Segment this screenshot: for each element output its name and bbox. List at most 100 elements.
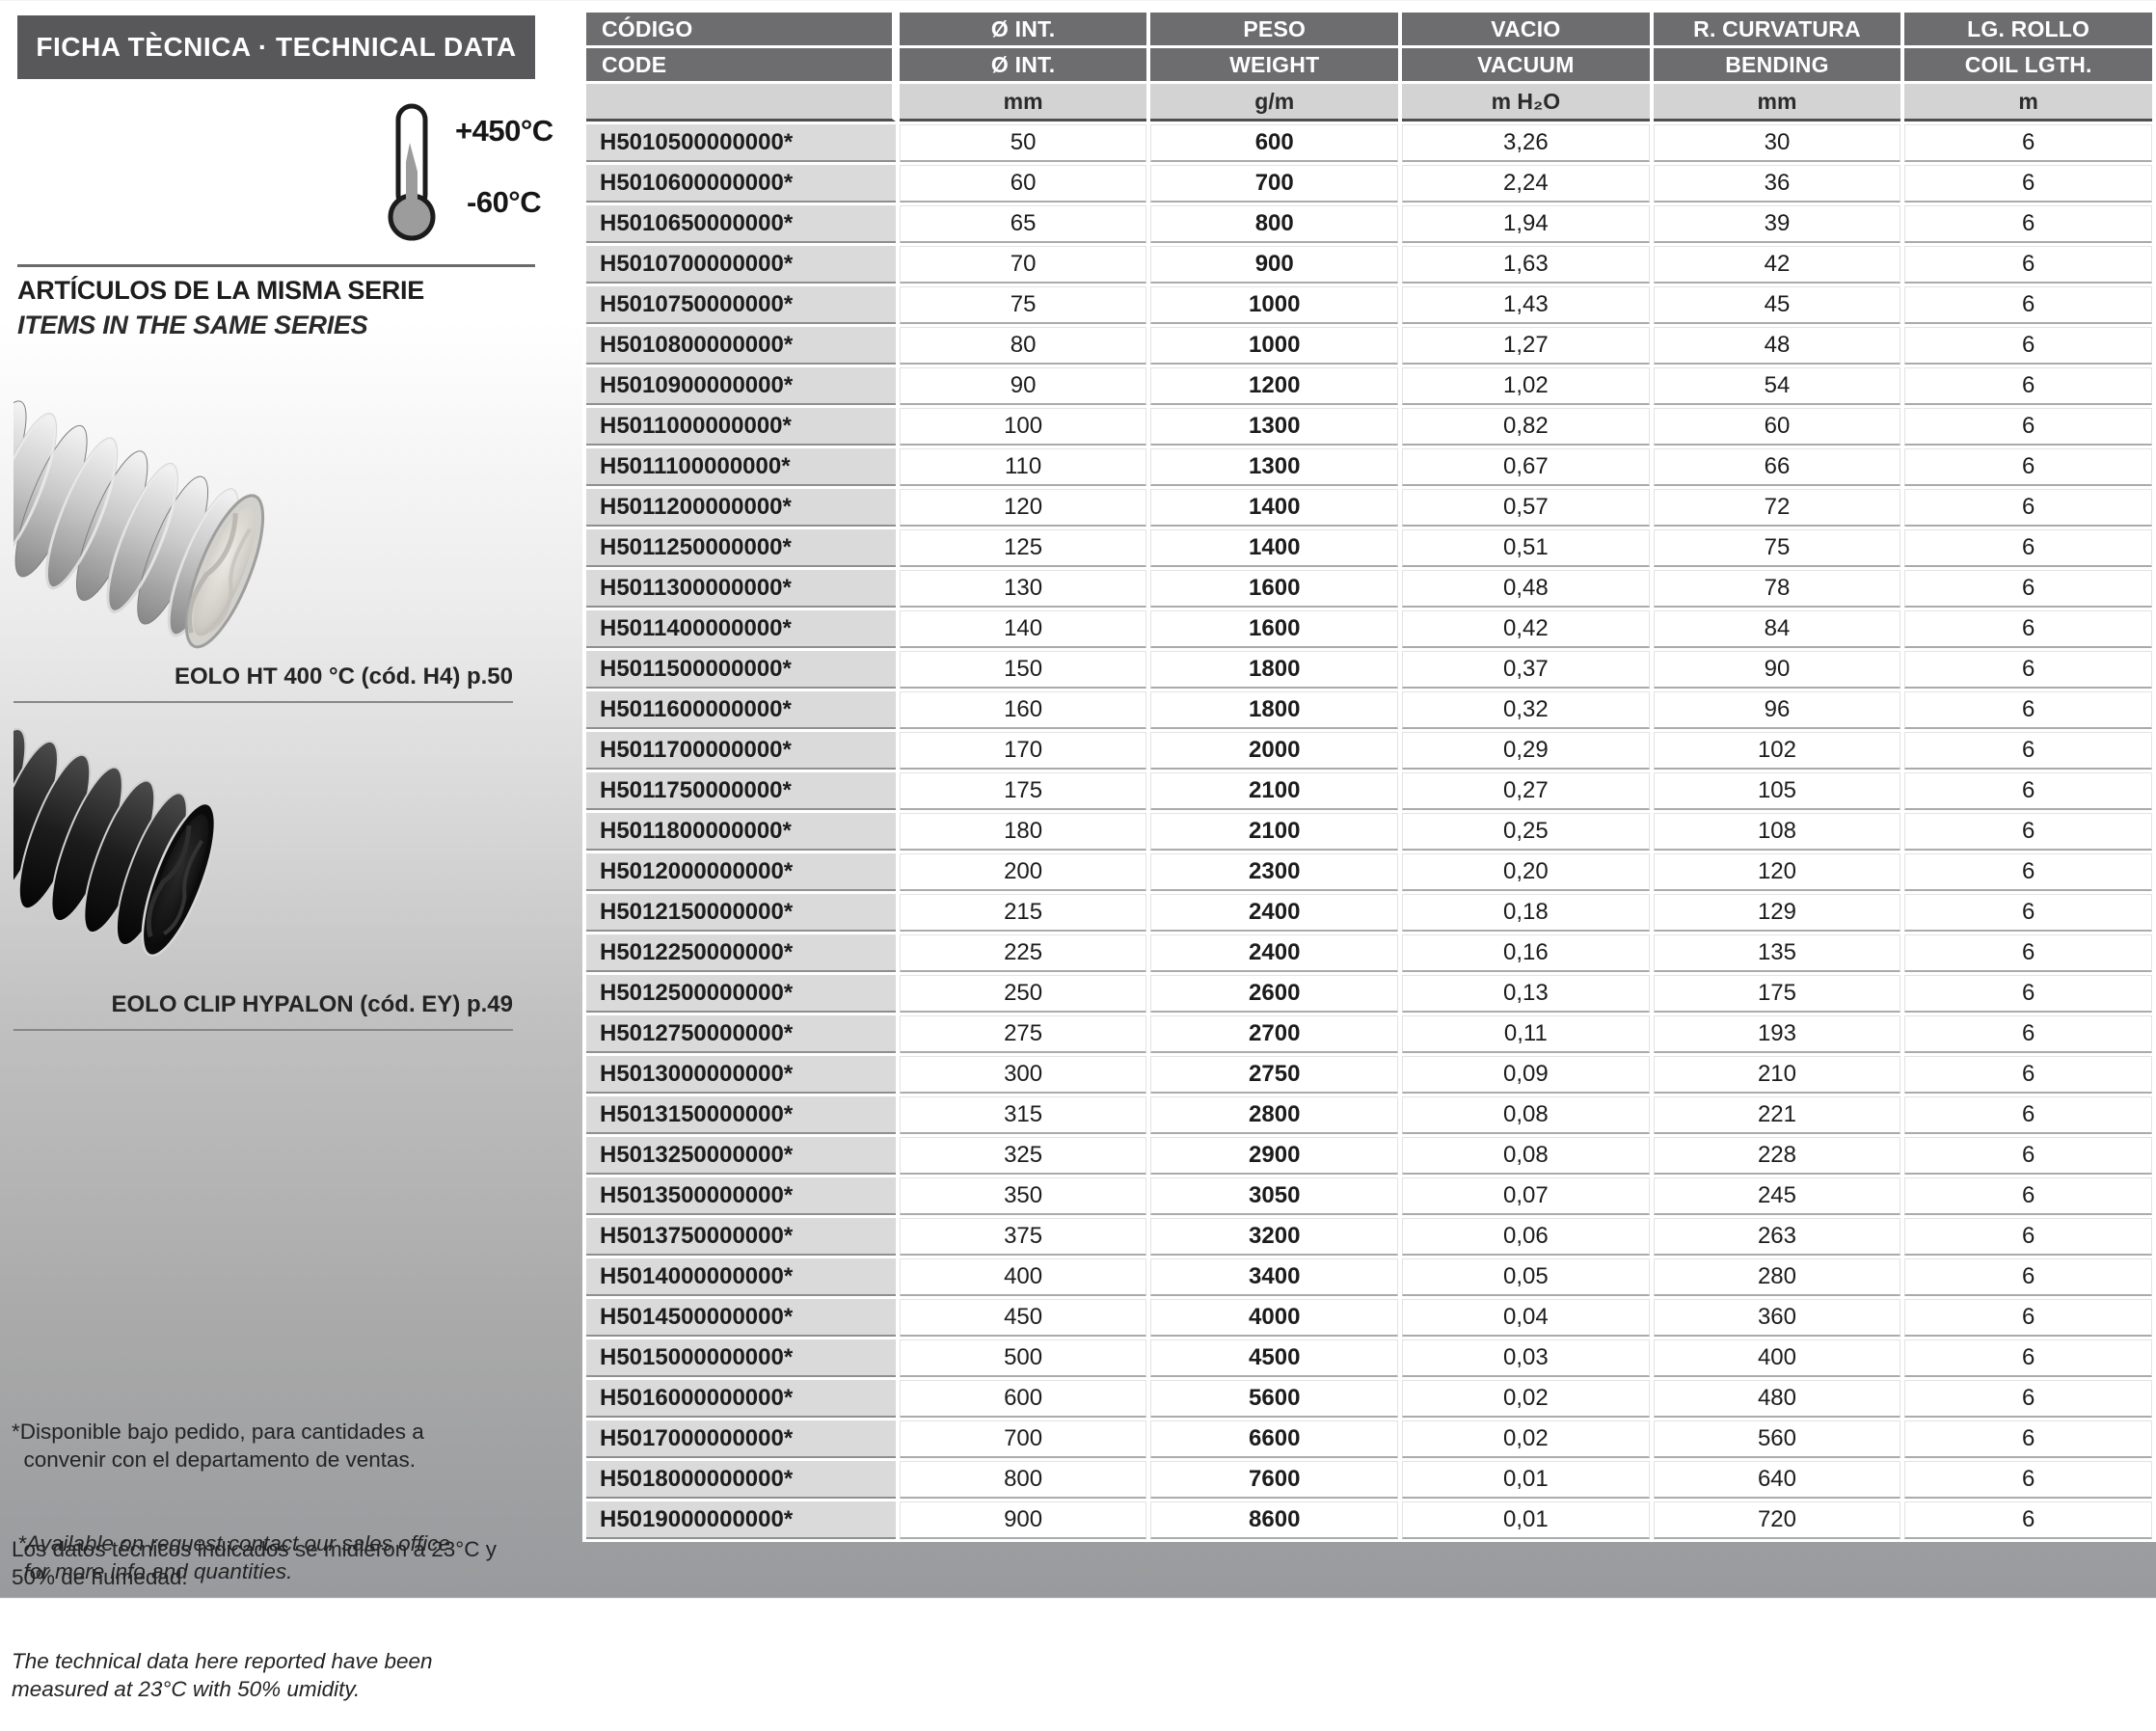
value-cell: 450 xyxy=(900,1299,1147,1337)
unit-cell xyxy=(586,84,896,122)
code-cell: H5010500000000* xyxy=(586,124,896,162)
column-header-diameter: Ø INT. xyxy=(900,48,1147,81)
value-cell: 36 xyxy=(1654,165,1901,203)
value-cell: 300 xyxy=(900,1056,1147,1094)
value-cell: 6 xyxy=(1904,529,2152,567)
value-cell: 60 xyxy=(1654,408,1901,446)
value-cell: 3200 xyxy=(1150,1218,1398,1256)
value-cell: 6 xyxy=(1904,165,2152,203)
series-heading-es: ARTÍCULOS DE LA MISMA SERIE xyxy=(17,276,424,306)
value-cell: 42 xyxy=(1654,246,1901,284)
value-cell: 6 xyxy=(1904,246,2152,284)
temperature-max: +450°C xyxy=(455,114,553,149)
value-cell: 400 xyxy=(1654,1339,1901,1377)
value-cell: 78 xyxy=(1654,570,1901,608)
value-cell: 30 xyxy=(1654,124,1901,162)
column-header-code: CODE xyxy=(586,48,896,81)
value-cell: 80 xyxy=(900,327,1147,365)
column-header-curvatura: R. CURVATURA xyxy=(1654,13,1901,45)
divider xyxy=(17,264,535,267)
code-cell: H5010800000000* xyxy=(586,327,896,365)
value-cell: 170 xyxy=(900,732,1147,770)
column-header-codigo: CÓDIGO xyxy=(586,13,896,45)
code-cell: H5011100000000* xyxy=(586,448,896,486)
value-cell: 1,63 xyxy=(1402,246,1650,284)
table-row: H5010650000000*658001,94396 xyxy=(586,205,2152,243)
value-cell: 6 xyxy=(1904,205,2152,243)
value-cell: 108 xyxy=(1654,813,1901,851)
value-cell: 39 xyxy=(1654,205,1901,243)
value-cell: 0,27 xyxy=(1402,772,1650,810)
value-cell: 6 xyxy=(1904,570,2152,608)
code-cell: H5012250000000* xyxy=(586,934,896,972)
value-cell: 6 xyxy=(1904,489,2152,527)
code-cell: H5013250000000* xyxy=(586,1137,896,1175)
value-cell: 315 xyxy=(900,1096,1147,1134)
code-cell: H5015000000000* xyxy=(586,1339,896,1377)
value-cell: 0,20 xyxy=(1402,853,1650,891)
value-cell: 6 xyxy=(1904,975,2152,1013)
value-cell: 6 xyxy=(1904,1339,2152,1377)
value-cell: 1600 xyxy=(1150,570,1398,608)
value-cell: 720 xyxy=(1654,1501,1901,1539)
technical-data-sheet: { "left_panel": { "header_label": "FICHA… xyxy=(0,0,2156,1598)
value-cell: 2300 xyxy=(1150,853,1398,891)
value-cell: 90 xyxy=(1654,651,1901,689)
value-cell: 6 xyxy=(1904,813,2152,851)
value-cell: 6 xyxy=(1904,732,2152,770)
value-cell: 375 xyxy=(900,1218,1147,1256)
value-cell: 0,37 xyxy=(1402,651,1650,689)
value-cell: 7600 xyxy=(1150,1461,1398,1499)
column-header-bending: BENDING xyxy=(1654,48,1901,81)
spec-table: CÓDIGO Ø INT. PESO VACIO R. CURVATURA LG… xyxy=(582,10,2156,1542)
value-cell: 6 xyxy=(1904,1420,2152,1458)
code-cell: H5013750000000* xyxy=(586,1218,896,1256)
value-cell: 0,09 xyxy=(1402,1056,1650,1094)
value-cell: 6 xyxy=(1904,124,2152,162)
value-cell: 6 xyxy=(1904,1299,2152,1337)
value-cell: 0,03 xyxy=(1402,1339,1650,1377)
value-cell: 560 xyxy=(1654,1420,1901,1458)
unit-cell: mm xyxy=(900,84,1147,122)
value-cell: 120 xyxy=(900,489,1147,527)
footnote-availability-es: *Disponible bajo pedido, para cantidades… xyxy=(12,1418,552,1474)
code-cell: H5011600000000* xyxy=(586,691,896,729)
value-cell: 325 xyxy=(900,1137,1147,1175)
value-cell: 0,08 xyxy=(1402,1096,1650,1134)
value-cell: 1,27 xyxy=(1402,327,1650,365)
value-cell: 175 xyxy=(1654,975,1901,1013)
value-cell: 129 xyxy=(1654,894,1901,932)
value-cell: 100 xyxy=(900,408,1147,446)
value-cell: 0,07 xyxy=(1402,1177,1650,1215)
value-cell: 1800 xyxy=(1150,691,1398,729)
column-header-coil-length: COIL LGTH. xyxy=(1904,48,2152,81)
value-cell: 2700 xyxy=(1150,1015,1398,1053)
value-cell: 1,02 xyxy=(1402,367,1650,405)
value-cell: 2,24 xyxy=(1402,165,1650,203)
value-cell: 2400 xyxy=(1150,934,1398,972)
value-cell: 125 xyxy=(900,529,1147,567)
value-cell: 250 xyxy=(900,975,1147,1013)
unit-cell: mm xyxy=(1654,84,1901,122)
product-image-eolo-ht xyxy=(13,388,324,654)
value-cell: 140 xyxy=(900,610,1147,648)
page-title: FICHA TÈCNICA · TECHNICAL DATA xyxy=(17,15,535,79)
code-cell: H5010600000000* xyxy=(586,165,896,203)
value-cell: 6 xyxy=(1904,1501,2152,1539)
product-caption-eolo-clip-hypalon: EOLO CLIP HYPALON (cód. EY) p.49 xyxy=(17,991,513,1018)
value-cell: 210 xyxy=(1654,1056,1901,1094)
product-caption-eolo-ht: EOLO HT 400 °C (cód. H4) p.50 xyxy=(17,663,513,690)
value-cell: 3400 xyxy=(1150,1258,1398,1296)
value-cell: 66 xyxy=(1654,448,1901,486)
value-cell: 135 xyxy=(1654,934,1901,972)
column-header-diametro: Ø INT. xyxy=(900,13,1147,45)
code-cell: H5011800000000* xyxy=(586,813,896,851)
value-cell: 0,05 xyxy=(1402,1258,1650,1296)
table-row: H5011300000000*13016000,48786 xyxy=(586,570,2152,608)
code-cell: H5011400000000* xyxy=(586,610,896,648)
code-cell: H5014000000000* xyxy=(586,1258,896,1296)
value-cell: 2600 xyxy=(1150,975,1398,1013)
value-cell: 2100 xyxy=(1150,772,1398,810)
code-cell: H5012000000000* xyxy=(586,853,896,891)
value-cell: 96 xyxy=(1654,691,1901,729)
